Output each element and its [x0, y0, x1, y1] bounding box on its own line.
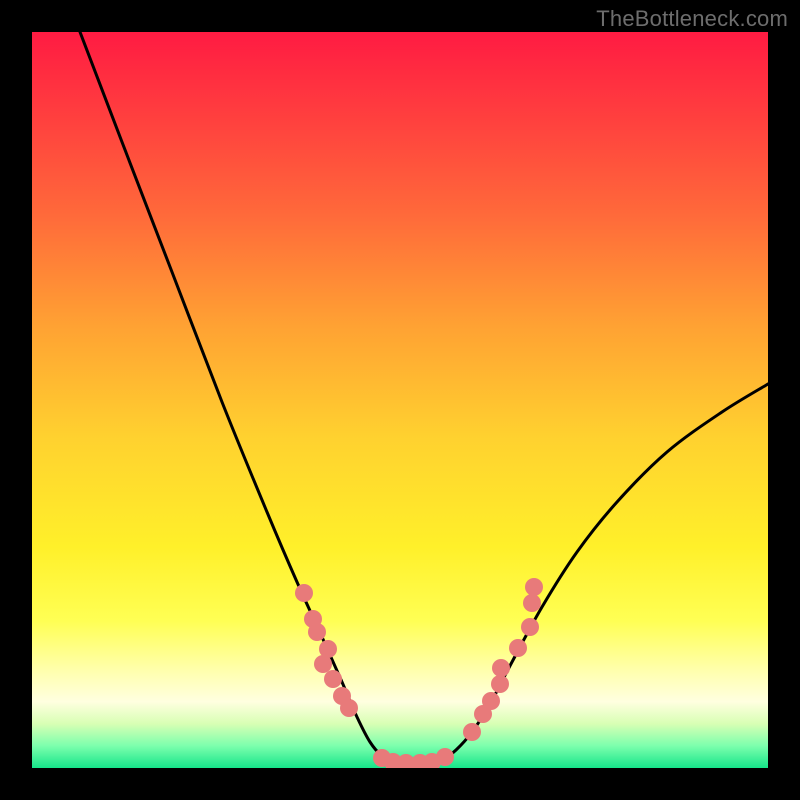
data-dot [509, 639, 527, 657]
data-dot [521, 618, 539, 636]
chart-svg [32, 32, 768, 768]
bottleneck-curve [80, 32, 768, 764]
data-dot [308, 623, 326, 641]
data-dot [295, 584, 313, 602]
data-dot [463, 723, 481, 741]
plot-area [32, 32, 768, 768]
watermark-text: TheBottleneck.com [596, 6, 788, 32]
data-dots [295, 578, 543, 768]
data-dot [523, 594, 541, 612]
data-dot [525, 578, 543, 596]
outer-frame: TheBottleneck.com [0, 0, 800, 800]
data-dot [492, 659, 510, 677]
data-dot [340, 699, 358, 717]
data-dot [436, 748, 454, 766]
data-dot [314, 655, 332, 673]
data-dot [491, 675, 509, 693]
data-dot [482, 692, 500, 710]
data-dot [324, 670, 342, 688]
